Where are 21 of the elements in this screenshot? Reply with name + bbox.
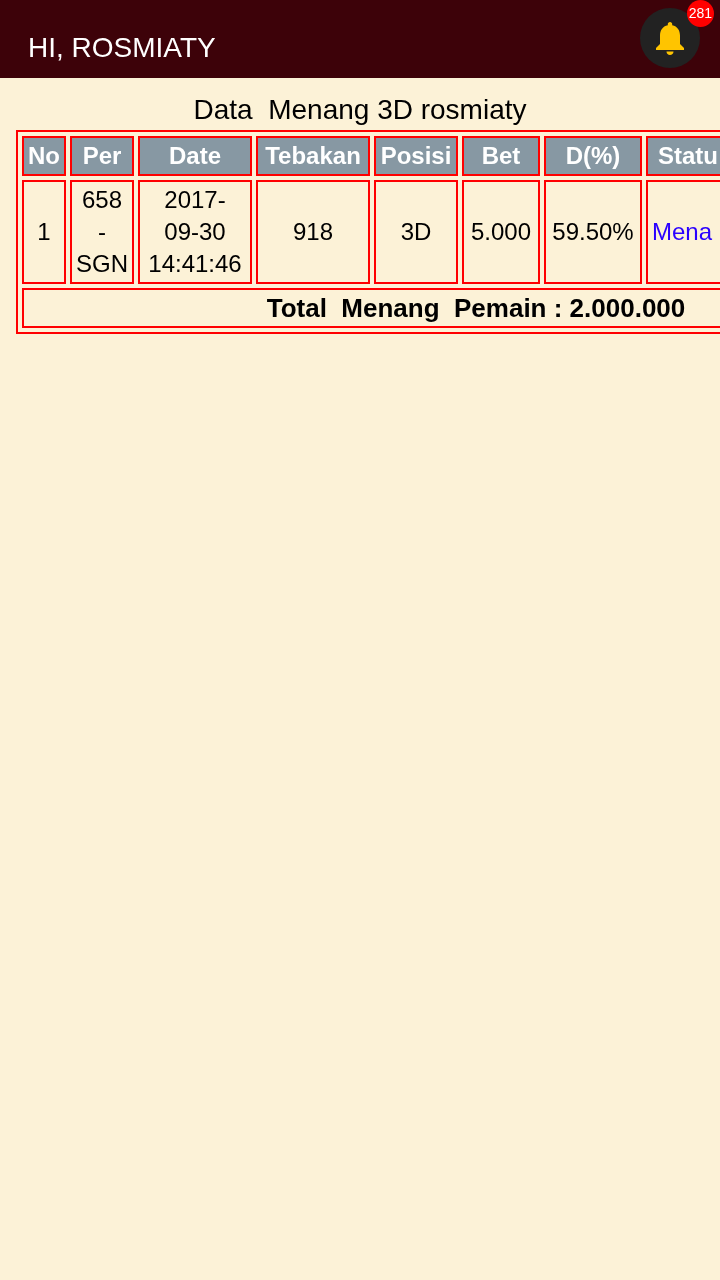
table-cell: 59.50%: [544, 180, 642, 284]
column-header: Posisi: [374, 136, 458, 176]
table-cell: 5.000: [462, 180, 540, 284]
table-cell[interactable]: Mena: [646, 180, 720, 284]
greeting-title: HI, ROSMIATY: [28, 31, 216, 65]
column-header: Per: [70, 136, 134, 176]
page-title: Data Menang 3D rosmiaty: [193, 93, 527, 127]
column-header: Bet: [462, 136, 540, 176]
column-header: No: [22, 136, 66, 176]
notification-badge: 281: [686, 0, 714, 27]
bell-icon: [655, 21, 685, 55]
column-header: Statu: [646, 136, 720, 176]
table-cell: 2017- 09-30 14:41:46: [138, 180, 252, 284]
column-header: Date: [138, 136, 252, 176]
table-cell: 918: [256, 180, 370, 284]
table-cell: 658 - SGN: [70, 180, 134, 284]
table-cell: 1: [22, 180, 66, 284]
table-cell: 3D: [374, 180, 458, 284]
total-cell: Total Menang Pemain : 2.000.000: [22, 288, 720, 328]
column-header: D(%): [544, 136, 642, 176]
column-header: Tebakan: [256, 136, 370, 176]
